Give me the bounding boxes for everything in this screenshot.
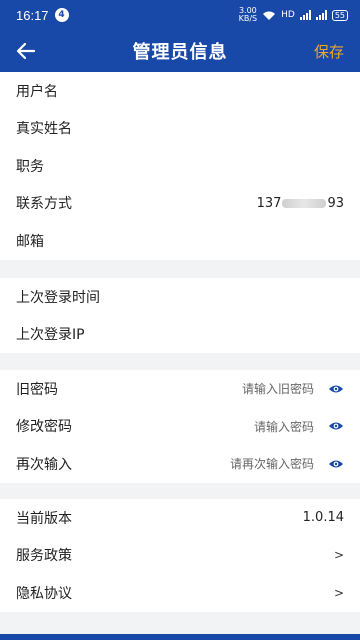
save-button[interactable]: 保存 <box>314 41 344 62</box>
app-header: 管理员信息 保存 <box>0 30 360 72</box>
last-login-ip-row: 上次登录IP <box>0 316 360 354</box>
signal-icon <box>299 10 311 20</box>
realname-label: 真实姓名 <box>16 121 72 138</box>
version-row: 当前版本 1.0.14 <box>0 499 360 537</box>
status-time: 16:17 <box>16 7 49 23</box>
username-label: 用户名 <box>16 83 58 100</box>
eye-icon[interactable] <box>328 381 344 397</box>
old-password-input[interactable]: 请输入旧密码 <box>242 380 314 397</box>
last-login-ip-label: 上次登录IP <box>16 327 85 344</box>
confirm-password-label: 再次输入 <box>16 456 72 473</box>
new-password-label: 修改密码 <box>16 419 72 436</box>
email-row[interactable]: 邮箱 <box>0 222 360 260</box>
network-speed: 3.00 KB/S <box>239 7 258 23</box>
last-login-time-row: 上次登录时间 <box>0 278 360 316</box>
network-speed-unit: KB/S <box>238 14 258 23</box>
service-policy-label: 服务政策 <box>16 548 72 565</box>
contact-redacted <box>282 198 327 208</box>
about-section: 当前版本 1.0.14 服务政策 > 隐私协议 > <box>0 499 360 612</box>
confirm-password-row: 再次输入 请再次输入密码 <box>0 445 360 483</box>
wifi-icon <box>263 11 276 20</box>
chevron-right-icon: > <box>333 548 344 563</box>
realname-row[interactable]: 真实姓名 <box>0 110 360 148</box>
eye-icon[interactable] <box>328 456 344 472</box>
login-section: 上次登录时间 上次登录IP <box>0 278 360 353</box>
contact-value: 137 93 <box>257 196 344 211</box>
contact-label: 联系方式 <box>16 196 72 213</box>
battery-icon: 55 <box>331 9 348 21</box>
confirm-password-input[interactable]: 请再次输入密码 <box>230 455 314 472</box>
privacy-policy-label: 隐私协议 <box>16 585 72 602</box>
status-bar: 16:17 4 3.00 KB/S HD 55 <box>0 0 360 30</box>
profile-section: 用户名 真实姓名 职务 联系方式 137 93 邮箱 <box>0 72 360 260</box>
arrow-left-icon[interactable] <box>14 39 38 63</box>
old-password-row: 旧密码 请输入旧密码 <box>0 370 360 408</box>
new-password-input[interactable]: 请输入密码 <box>254 418 314 435</box>
last-login-time-label: 上次登录时间 <box>16 289 100 306</box>
service-policy-row[interactable]: 服务政策 > <box>0 537 360 575</box>
contact-prefix: 137 <box>256 195 282 211</box>
status-icons: 3.00 KB/S HD 55 <box>239 7 348 23</box>
version-label: 当前版本 <box>16 510 72 527</box>
old-password-label: 旧密码 <box>16 381 58 398</box>
network-type: HD <box>281 10 295 20</box>
contact-row[interactable]: 联系方式 137 93 <box>0 185 360 223</box>
notification-badge: 4 <box>54 8 69 22</box>
email-label: 邮箱 <box>16 233 44 250</box>
version-value: 1.0.14 <box>302 510 344 526</box>
signal-icon-2 <box>315 10 327 20</box>
eye-icon[interactable] <box>328 418 344 434</box>
contact-suffix: 93 <box>327 195 344 211</box>
privacy-policy-row[interactable]: 隐私协议 > <box>0 574 360 612</box>
bottom-bar <box>0 634 360 640</box>
username-row[interactable]: 用户名 <box>0 72 360 110</box>
chevron-right-icon: > <box>333 585 344 600</box>
password-section: 旧密码 请输入旧密码 修改密码 请输入密码 再次输入 请再次输入密码 <box>0 370 360 483</box>
position-label: 职务 <box>16 158 44 175</box>
position-row[interactable]: 职务 <box>0 147 360 185</box>
page-title: 管理员信息 <box>132 42 228 63</box>
new-password-row: 修改密码 请输入密码 <box>0 408 360 446</box>
